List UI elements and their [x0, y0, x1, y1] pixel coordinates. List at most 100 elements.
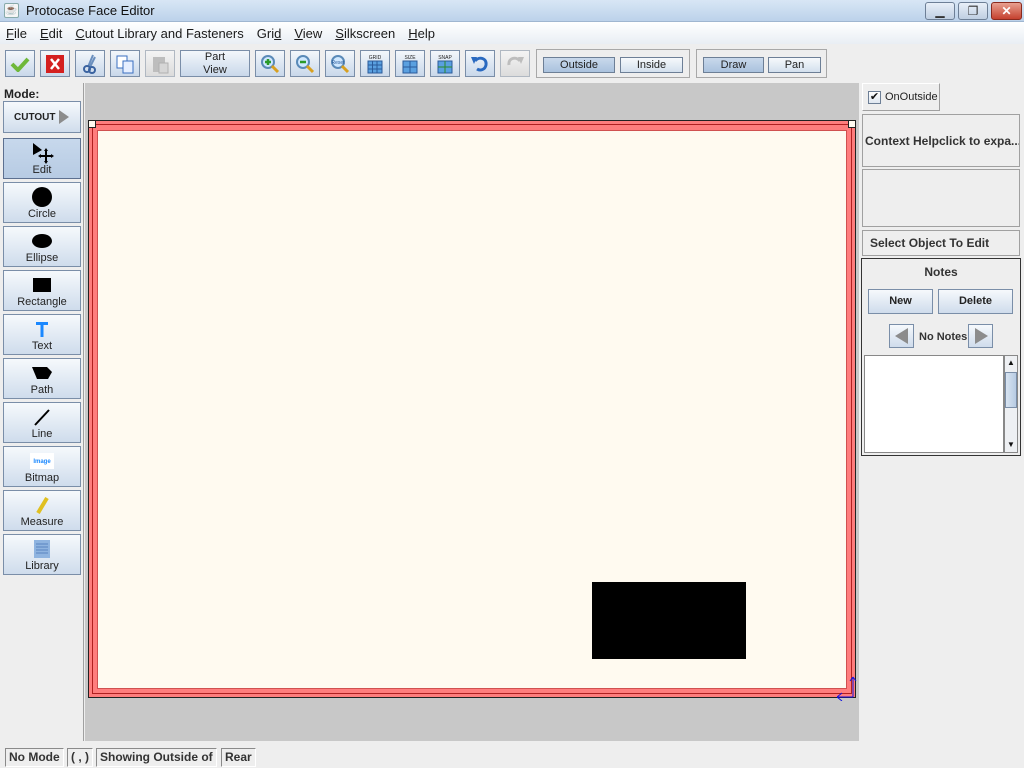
menu-view[interactable]: View [294, 26, 322, 41]
drawing-canvas[interactable] [85, 83, 859, 741]
tool-ellipse[interactable]: Ellipse [3, 226, 81, 267]
outside-toggle[interactable]: Outside [543, 57, 615, 73]
tool-library-label: Library [25, 560, 59, 572]
corner-handle-top-left[interactable] [88, 120, 96, 128]
title-bar: ☕ Protocase Face Editor ▁ ❐ ✕ [0, 0, 1024, 22]
part-view-label-2: View [203, 63, 227, 76]
tool-path-label: Path [30, 384, 54, 396]
menu-edit[interactable]: Edit [40, 26, 62, 41]
status-showing: Showing Outside of [96, 748, 217, 767]
new-note-button[interactable]: New [868, 289, 933, 314]
tool-circle-label: Circle [27, 208, 57, 220]
tool-circle[interactable]: Circle [3, 182, 81, 223]
copy-icon [116, 55, 134, 73]
copy-button[interactable] [110, 50, 140, 77]
window-title: Protocase Face Editor [26, 3, 155, 18]
restore-button[interactable]: ❐ [958, 2, 988, 20]
menu-cutout-library[interactable]: Cutout Library and Fasteners [75, 26, 243, 41]
undo-icon [471, 56, 488, 71]
face-panel[interactable] [88, 120, 856, 698]
menu-help[interactable]: Help [408, 26, 435, 41]
snap-button[interactable]: SNAP [430, 50, 460, 77]
play-arrow-icon [59, 110, 70, 124]
path-icon [32, 367, 52, 379]
tool-ellipse-label: Ellipse [25, 252, 59, 264]
minimize-button[interactable]: ▁ [925, 2, 955, 20]
tool-line-label: Line [31, 428, 53, 440]
restore-icon: ❐ [967, 4, 979, 18]
rectangle-cutout[interactable] [592, 582, 746, 659]
notes-status: No Notes [919, 331, 968, 343]
cancel-button[interactable] [40, 50, 70, 77]
tool-line[interactable]: Line [3, 402, 81, 443]
paste-button[interactable] [145, 50, 175, 77]
previous-note-button[interactable] [889, 324, 914, 348]
snap-icon: SNAP [437, 55, 453, 73]
zoom-reset-button[interactable]: Reset [325, 50, 355, 77]
undo-button[interactable] [465, 50, 495, 77]
origin-marker-icon [837, 676, 857, 701]
line-icon [34, 409, 50, 426]
tool-bitmap[interactable]: Image Bitmap [3, 446, 81, 487]
context-help-panel[interactable]: Context Helpclick to expa... [862, 114, 1020, 167]
delete-note-button[interactable]: Delete [938, 289, 1013, 314]
zoom-out-button[interactable] [290, 50, 320, 77]
minimize-icon: ▁ [935, 4, 945, 18]
menu-grid[interactable]: Grid [257, 26, 282, 41]
notes-scrollbar[interactable]: ▲ ▼ [1004, 355, 1018, 453]
svg-text:Reset: Reset [331, 60, 345, 66]
pan-toggle[interactable]: Pan [768, 57, 821, 73]
close-button[interactable]: ✕ [991, 2, 1022, 20]
grid-button[interactable]: GRID [360, 50, 390, 77]
cutout-button[interactable]: CUTOUT [3, 101, 81, 133]
menu-silkscreen[interactable]: Silkscreen [335, 26, 395, 41]
tool-edit-label: Edit [32, 164, 52, 176]
svg-text:SNAP: SNAP [438, 55, 452, 61]
scissors-icon [83, 54, 96, 74]
corner-handle-top-right[interactable] [848, 120, 856, 128]
tool-rectangle[interactable]: Rectangle [3, 270, 81, 311]
zoom-in-icon [261, 54, 280, 73]
context-help-text: Context Helpclick to expa... [865, 133, 1020, 148]
on-outside-checkbox[interactable]: ✔ OnOutside [862, 83, 940, 111]
tool-library[interactable]: Library [3, 534, 81, 575]
cutout-label: CUTOUT [14, 111, 56, 123]
rectangle-icon [33, 278, 51, 292]
notes-panel: Notes New Delete No Notes ▲ ▼ [861, 258, 1021, 456]
tool-text[interactable]: Text [3, 314, 81, 355]
scroll-down-icon[interactable]: ▼ [1005, 438, 1017, 452]
zoom-in-button[interactable] [255, 50, 285, 77]
scroll-up-icon[interactable]: ▲ [1005, 356, 1017, 370]
cut-button[interactable] [75, 50, 105, 77]
side-toggle-group: Outside Inside [536, 49, 690, 78]
tool-measure[interactable]: Measure [3, 490, 81, 531]
checkbox-checked-icon[interactable]: ✔ [868, 90, 881, 104]
inside-toggle[interactable]: Inside [620, 57, 683, 73]
notes-textarea[interactable] [864, 355, 1004, 453]
select-object-label: Select Object To Edit [862, 230, 1020, 256]
tool-bitmap-label: Bitmap [24, 472, 60, 484]
circle-icon [32, 187, 52, 207]
svg-text:Image: Image [33, 459, 51, 465]
paste-icon [153, 56, 169, 73]
part-view-button[interactable]: Part View [180, 50, 250, 77]
status-coordinates: ( , ) [67, 748, 93, 767]
tool-edit[interactable]: Edit [3, 138, 81, 179]
redo-button[interactable] [500, 50, 530, 77]
accept-button[interactable] [5, 50, 35, 77]
grid-size-button[interactable]: SIZE [395, 50, 425, 77]
menu-file[interactable]: File [6, 26, 27, 41]
mode-panel: Mode: CUTOUT Edit Circle Ellipse Rectang… [0, 83, 84, 741]
tool-rectangle-label: Rectangle [17, 296, 67, 308]
tool-path[interactable]: Path [3, 358, 81, 399]
arrow-left-icon [894, 328, 908, 344]
scroll-thumb[interactable] [1005, 372, 1017, 408]
grid-size-icon: SIZE [402, 55, 418, 73]
zoom-out-icon [296, 54, 315, 73]
text-icon [36, 322, 48, 337]
next-note-button[interactable] [968, 324, 993, 348]
draw-toggle[interactable]: Draw [703, 57, 764, 73]
ruler-icon [36, 496, 49, 514]
toolbar: Part View Reset GRID SIZE SNAP Outside I… [0, 45, 1024, 81]
ellipse-icon [32, 234, 52, 248]
